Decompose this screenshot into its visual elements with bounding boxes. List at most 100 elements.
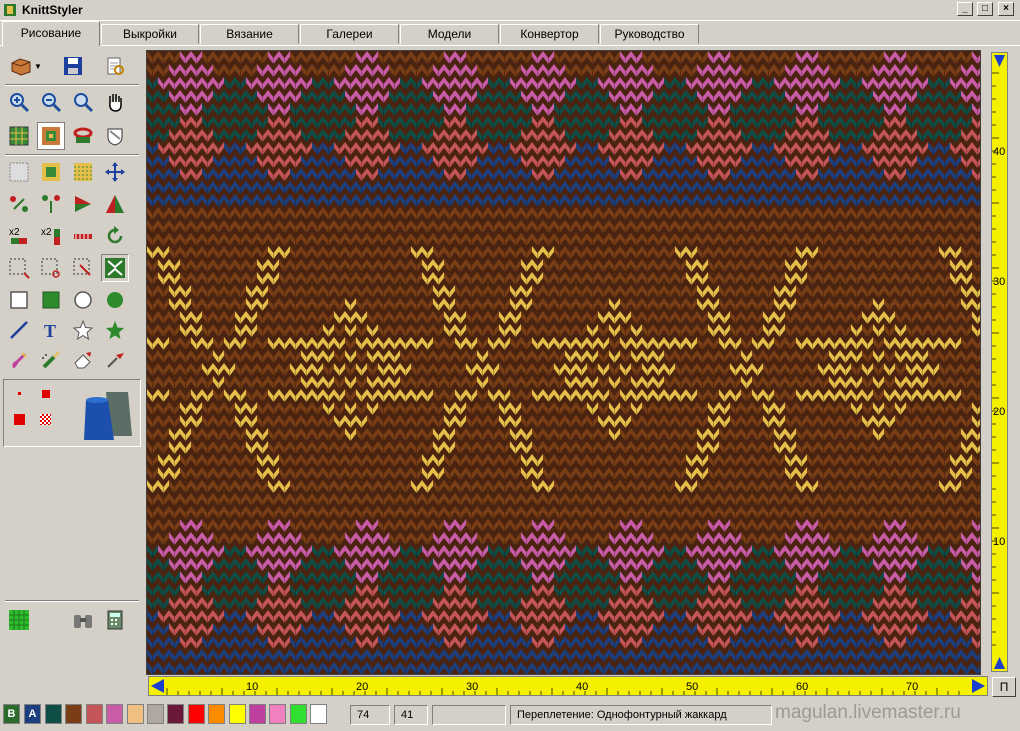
select-grid-icon <box>9 162 29 182</box>
tab-bar: Рисование Выкройки Вязание Галереи Модел… <box>0 20 1020 46</box>
tab-guide[interactable]: Руководство <box>600 24 699 44</box>
triangle-up-icon <box>106 195 124 213</box>
filled-star-icon <box>106 321 124 339</box>
print-preview-icon <box>107 57 124 75</box>
toolbox: ▼ x2 x2 T <box>3 50 143 645</box>
filled-ellipse-button[interactable] <box>101 286 129 314</box>
rotate-icon <box>73 127 93 143</box>
spray-button[interactable] <box>37 346 65 374</box>
yarn-cones-icon <box>84 392 132 440</box>
flip-horizontal-button[interactable] <box>5 190 33 218</box>
mirror-button[interactable] <box>101 254 129 282</box>
shield-icon <box>107 128 123 146</box>
select-rect-icon <box>9 258 30 279</box>
cut-icon <box>41 258 60 278</box>
texture-button[interactable] <box>69 158 97 186</box>
select-rect-button[interactable] <box>5 254 33 282</box>
double-width-button[interactable]: x2 <box>5 222 33 250</box>
tab-galleries[interactable]: Галереи <box>300 24 399 44</box>
grid-fill-button[interactable] <box>5 606 33 634</box>
ellipse-button[interactable] <box>69 286 97 314</box>
tab-knitting[interactable]: Вязание <box>200 24 299 44</box>
line-button[interactable] <box>5 316 33 344</box>
pattern-icon <box>42 127 60 145</box>
zoom-in-button[interactable] <box>5 88 33 116</box>
star-icon <box>72 319 94 341</box>
triangle-right-button[interactable] <box>69 190 97 218</box>
text-icon: T <box>44 321 56 341</box>
filled-rect-button[interactable] <box>37 286 65 314</box>
move-icon <box>105 162 125 182</box>
brush-size-1[interactable] <box>18 392 21 395</box>
rotate-button[interactable] <box>69 122 97 150</box>
zoom-out-button[interactable] <box>37 88 65 116</box>
grid-button[interactable] <box>5 122 33 150</box>
app-icon <box>4 4 16 16</box>
calculator-icon <box>107 610 123 630</box>
binoculars-button[interactable] <box>69 606 97 634</box>
open-icon <box>11 58 31 76</box>
eraser-icon <box>74 352 91 369</box>
flip-vertical-button[interactable] <box>37 190 65 218</box>
tab-drawing[interactable]: Рисование <box>2 21 100 46</box>
double-height-button[interactable]: x2 <box>37 222 65 250</box>
save-icon <box>64 57 82 75</box>
maximize-button[interactable]: □ <box>977 2 993 16</box>
brush-size-pattern[interactable] <box>40 414 51 425</box>
title-bar: KnittStyler _ □ × <box>0 0 1020 21</box>
double-width-icon: x2 <box>9 227 27 244</box>
calculator-button[interactable] <box>101 606 129 634</box>
text-button[interactable]: T <box>37 316 65 344</box>
print-preview-button[interactable] <box>101 52 129 80</box>
filled-rect-icon <box>42 291 60 309</box>
triangle-right-icon <box>75 196 91 212</box>
paste-icon <box>73 258 91 276</box>
tab-converter[interactable]: Конвертор <box>500 24 599 44</box>
minimize-button[interactable]: _ <box>957 2 973 16</box>
tab-models[interactable]: Модели <box>400 24 499 44</box>
brush-size-3[interactable] <box>14 414 25 425</box>
ellipse-icon <box>74 291 92 309</box>
eraser-button[interactable] <box>69 346 97 374</box>
brush-icon <box>12 352 27 368</box>
paste-button[interactable] <box>69 254 97 282</box>
brush-size-2[interactable] <box>42 390 50 398</box>
refresh-button[interactable] <box>101 222 129 250</box>
filled-star-button[interactable] <box>101 316 129 344</box>
knitting-canvas[interactable] <box>146 50 981 675</box>
save-button[interactable] <box>59 52 87 80</box>
brush-button[interactable] <box>5 346 33 374</box>
spray-icon <box>42 351 60 369</box>
zoom-fit-button[interactable] <box>69 88 97 116</box>
move-button[interactable] <box>101 158 129 186</box>
shield-button[interactable] <box>101 122 129 150</box>
binoculars-icon <box>74 615 92 628</box>
fill-icon <box>42 163 60 181</box>
stitch-line-button[interactable] <box>69 222 97 250</box>
eyedropper-button[interactable] <box>101 346 129 374</box>
zoom-fit-icon <box>74 93 94 113</box>
eyedropper-icon <box>107 353 124 368</box>
rect-icon <box>10 291 28 309</box>
grid-fill-icon <box>9 610 29 630</box>
flip-horizontal-icon <box>10 196 28 212</box>
rect-button[interactable] <box>5 286 33 314</box>
knit-pattern[interactable] <box>147 51 981 675</box>
tab-patterns[interactable]: Выкройки <box>101 24 199 44</box>
grid-icon <box>9 126 29 146</box>
texture-icon <box>74 163 92 181</box>
stitch-line-icon <box>74 234 92 239</box>
refresh-icon <box>107 226 123 244</box>
open-button[interactable]: ▼ <box>5 52 47 80</box>
filled-ellipse-icon <box>107 292 123 308</box>
select-grid-button[interactable] <box>5 158 33 186</box>
fill-button[interactable] <box>37 158 65 186</box>
pattern-button[interactable] <box>37 122 65 150</box>
star-button[interactable] <box>69 316 97 344</box>
mirror-icon <box>105 258 125 278</box>
hand-button[interactable] <box>101 88 129 116</box>
double-height-icon: x2 <box>41 227 60 245</box>
triangle-up-button[interactable] <box>101 190 129 218</box>
cut-button[interactable] <box>37 254 65 282</box>
close-button[interactable]: × <box>998 2 1014 16</box>
